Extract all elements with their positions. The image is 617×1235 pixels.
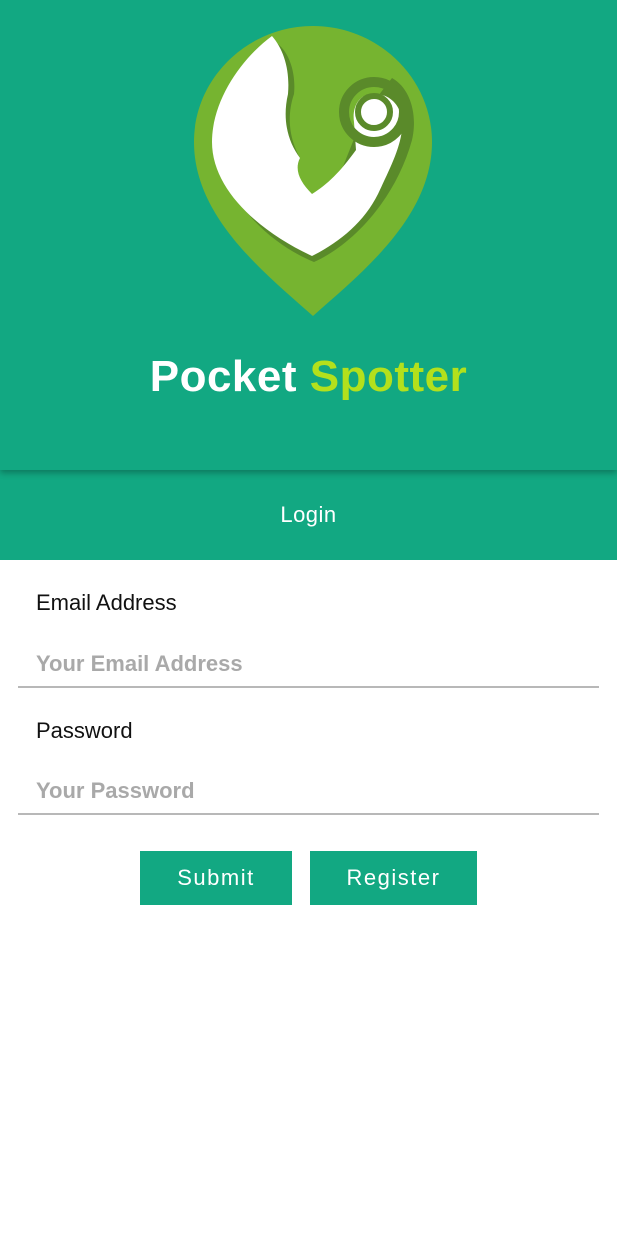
app-title-part2: Spotter <box>309 352 468 401</box>
tab-login[interactable]: Login <box>0 470 617 560</box>
login-screen: Pocket Spotter Login Email Address Passw… <box>0 0 617 1235</box>
email-label: Email Address <box>36 590 177 615</box>
app-title-part1: Pocket <box>149 352 298 401</box>
flexed-arm-map-pin-icon <box>194 26 432 316</box>
tab-bar: Login <box>0 470 617 560</box>
email-field[interactable] <box>18 642 599 688</box>
password-label: Password <box>36 718 133 743</box>
submit-button[interactable]: Submit <box>140 851 292 905</box>
app-title: Pocket Spotter <box>0 352 617 402</box>
register-button[interactable]: Register <box>310 851 477 905</box>
password-field[interactable] <box>18 769 599 815</box>
header-banner: Pocket Spotter <box>0 0 617 470</box>
